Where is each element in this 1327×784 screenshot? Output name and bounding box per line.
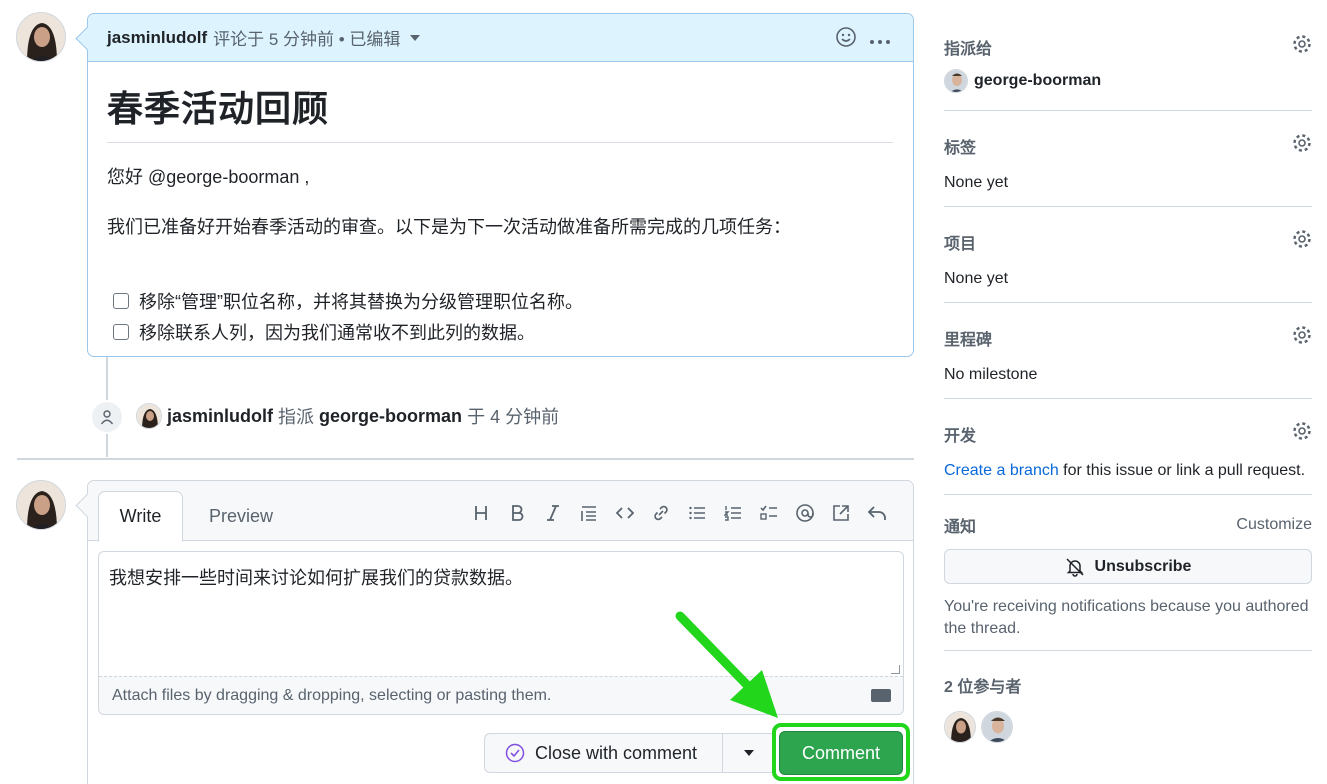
- task-list-icon[interactable]: [751, 499, 787, 527]
- labels-label: 标签: [944, 139, 977, 157]
- heading-icon[interactable]: [463, 499, 499, 527]
- link-icon[interactable]: [643, 499, 679, 527]
- comment-button[interactable]: Comment: [779, 731, 903, 775]
- avatar: [944, 69, 968, 93]
- task-checkbox[interactable]: [113, 292, 129, 309]
- kebab-menu-icon[interactable]: [869, 30, 891, 50]
- pointer-arrow-icon: [675, 611, 778, 718]
- gear-icon[interactable]: [1292, 229, 1312, 254]
- event-target[interactable]: george-boorman: [319, 406, 462, 427]
- bell-slash-icon: [1065, 557, 1085, 577]
- task-label: 移除联系人列，因为我们通常收不到此列的数据。: [139, 322, 535, 343]
- event-time[interactable]: 于 4 分钟前: [467, 403, 559, 429]
- close-options-dropdown[interactable]: [723, 734, 775, 772]
- participants-label: 2 位参与者: [944, 679, 1022, 696]
- development-section: 开发 Create a branch for this issue or lin…: [944, 399, 1312, 495]
- labels-value: None yet: [944, 174, 1009, 191]
- assignee-name: george-boorman: [974, 72, 1102, 90]
- notifications-note: You're receiving notifications because y…: [944, 598, 1309, 637]
- resize-handle[interactable]: [891, 665, 900, 674]
- markdown-icon: [871, 689, 891, 702]
- quote-icon[interactable]: [571, 499, 607, 527]
- create-branch-link[interactable]: Create a branch: [944, 462, 1059, 479]
- comment-header: jasminludolf 评论于 5 分钟前 • 已编辑: [88, 14, 913, 62]
- emoji-reaction-icon[interactable]: [835, 26, 857, 53]
- customize-link[interactable]: Customize: [1236, 516, 1312, 534]
- milestone-label: 里程碑: [944, 331, 993, 349]
- comment-intro: 我们已准备好开始春季活动的审查。以下是为下一次活动做准备所需完成的几项任务：: [107, 217, 791, 237]
- participants-section: 2 位参与者: [944, 651, 1312, 743]
- comment-heading: 春季活动回顾: [107, 80, 893, 143]
- edit-history-caret-icon[interactable]: [410, 34, 421, 41]
- code-icon[interactable]: [607, 499, 643, 527]
- comment-text[interactable]: 我想安排一些时间来讨论如何扩展我们的贷款数据。: [109, 564, 523, 590]
- assignees-section: 指派给 george-boorman: [944, 0, 1312, 111]
- avatar[interactable]: [16, 12, 66, 62]
- labels-section: 标签 None yet: [944, 111, 1312, 207]
- timeline-divider: [17, 458, 914, 460]
- task-label: 移除“管理”职位名称，并将其替换为分级管理职位名称。: [139, 291, 583, 312]
- close-with-comment-button[interactable]: Close with comment: [484, 733, 776, 773]
- avatar[interactable]: [136, 403, 162, 429]
- milestone-value: No milestone: [944, 366, 1038, 383]
- person-icon: [90, 400, 124, 434]
- composer-header: Write Preview: [88, 481, 913, 542]
- notifications-label: 通知: [944, 519, 977, 536]
- tab-preview[interactable]: Preview: [196, 491, 286, 542]
- assignee[interactable]: george-boorman: [944, 69, 1312, 93]
- projects-label: 项目: [944, 235, 977, 253]
- avatar[interactable]: [944, 711, 976, 743]
- participant-avatars: [944, 711, 1312, 743]
- task-checkbox[interactable]: [113, 323, 129, 340]
- event-actor[interactable]: jasminludolf: [167, 406, 273, 427]
- projects-section: 项目 None yet: [944, 207, 1312, 303]
- comment-body: 春季活动回顾 您好 @george-boorman , 我们已准备好开始春季活动…: [107, 80, 893, 347]
- mention-icon[interactable]: [787, 499, 823, 527]
- unordered-list-icon[interactable]: [679, 499, 715, 527]
- avatar[interactable]: [16, 480, 66, 530]
- cross-reference-icon[interactable]: [823, 499, 859, 527]
- comment-author[interactable]: jasminludolf: [107, 28, 207, 48]
- check-circle-icon: [505, 743, 525, 763]
- italic-icon[interactable]: [535, 499, 571, 527]
- development-value: Create a branch for this issue or link a…: [944, 462, 1312, 480]
- markdown-toolbar: [463, 499, 895, 527]
- issue-comment: jasminludolf 评论于 5 分钟前 • 已编辑 春季活动回顾 您好 @…: [87, 13, 914, 357]
- development-label: 开发: [944, 427, 977, 445]
- milestone-section: 里程碑 No milestone: [944, 303, 1312, 399]
- assignees-label: 指派给: [944, 40, 993, 58]
- assignment-event: jasminludolf 指派 george-boorman 于 4 分钟前: [136, 403, 559, 429]
- close-label: Close with comment: [535, 742, 698, 763]
- comment-greeting: 您好 @george-boorman ,: [107, 167, 310, 187]
- gear-icon[interactable]: [1292, 325, 1312, 350]
- unsubscribe-button[interactable]: Unsubscribe: [944, 549, 1312, 584]
- bold-icon[interactable]: [499, 499, 535, 527]
- ordered-list-icon[interactable]: [715, 499, 751, 527]
- development-text: for this issue or link a pull request.: [1058, 462, 1306, 479]
- gear-icon[interactable]: [1292, 34, 1312, 59]
- issue-sidebar: 指派给 george-boorman 标签 None yet 项目 None y…: [944, 0, 1312, 743]
- unsubscribe-label: Unsubscribe: [1094, 557, 1192, 575]
- notifications-section: 通知 Customize Unsubscribe You're receiving…: [944, 495, 1312, 651]
- event-action: 指派: [278, 407, 315, 427]
- gear-icon[interactable]: [1292, 133, 1312, 158]
- attach-hint: Attach files by dragging & dropping, sel…: [112, 686, 552, 704]
- task-item: 移除“管理”职位名称，并将其替换为分级管理职位名称。: [107, 285, 893, 316]
- gear-icon[interactable]: [1292, 421, 1312, 446]
- task-item: 移除联系人列，因为我们通常收不到此列的数据。: [107, 316, 893, 347]
- tab-write[interactable]: Write: [98, 491, 183, 542]
- task-list: 移除“管理”职位名称，并将其替换为分级管理职位名称。 移除联系人列，因为我们通常…: [107, 285, 893, 347]
- projects-value: None yet: [944, 270, 1009, 287]
- chevron-down-icon: [744, 750, 754, 756]
- undo-icon[interactable]: [859, 499, 895, 527]
- comment-meta[interactable]: 评论于 5 分钟前 • 已编辑: [213, 25, 400, 50]
- avatar[interactable]: [981, 711, 1013, 743]
